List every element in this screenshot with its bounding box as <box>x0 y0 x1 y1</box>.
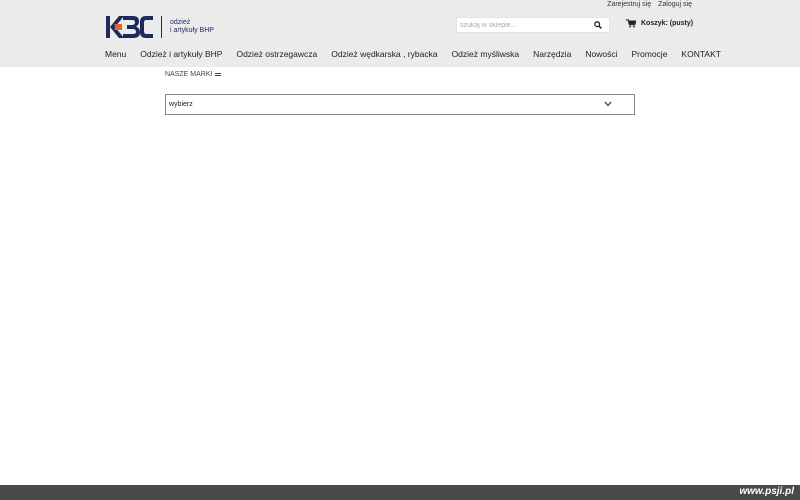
search-input[interactable] <box>460 19 584 31</box>
brands-label: NASZE MARKI <box>165 71 213 78</box>
logo-tagline: odzież i artykuły BHP <box>170 19 214 35</box>
nav-item-kontakt[interactable]: KONTAKT <box>681 49 721 59</box>
nav-item-odziez-bhp[interactable]: Odzież i artykuły BHP <box>140 49 222 59</box>
nav-item-menu[interactable]: Menu <box>105 49 126 59</box>
nav-item-odziez-wedkarska[interactable]: Odzież wędkarska , rybacka <box>331 49 437 59</box>
cart-icon <box>626 19 636 28</box>
search-box <box>456 17 610 33</box>
nav-item-odziez-ostrzegawcza[interactable]: Odzież ostrzegawcza <box>236 49 317 59</box>
store-logo[interactable]: odzież i artykuły BHP <box>106 15 218 40</box>
brands-toggle[interactable]: NASZE MARKI <box>165 71 222 78</box>
chevron-down-icon <box>604 101 612 107</box>
cart-label: Koszyk: (pusty) <box>641 20 694 27</box>
nav-item-promocje[interactable]: Promocje <box>632 49 668 59</box>
nav-item-narzedzia[interactable]: Narzędzia <box>533 49 571 59</box>
account-links: Zarejestruj się Zaloguj się <box>607 1 692 8</box>
register-link[interactable]: Zarejestruj się <box>607 1 651 8</box>
logo-tagline-line2: i artykuły BHP <box>170 27 214 34</box>
login-link[interactable]: Zaloguj się <box>658 1 692 8</box>
cart-button[interactable]: Koszyk: (pusty) <box>626 19 693 28</box>
nav-item-nowosci[interactable]: Nowości <box>585 49 617 59</box>
logo-tagline-line1: odzież <box>170 19 191 26</box>
site-header: Zarejestruj się Zaloguj się odzież i art… <box>0 0 800 67</box>
brand-select-value: wybierz <box>169 101 193 108</box>
main-nav: Menu Odzież i artykuły BHP Odzież ostrze… <box>105 49 735 59</box>
nav-item-odziez-mysliwska[interactable]: Odzież myśliwska <box>452 49 520 59</box>
brand-select[interactable]: wybierz <box>165 94 635 115</box>
menu-icon <box>215 72 222 77</box>
kbc-logo-mark <box>106 16 153 38</box>
watermark-bar: www.psji.pl <box>0 485 800 500</box>
search-icon <box>594 21 602 29</box>
logo-divider <box>161 16 162 38</box>
watermark-text: www.psji.pl <box>739 486 794 497</box>
search-button[interactable] <box>587 18 609 32</box>
